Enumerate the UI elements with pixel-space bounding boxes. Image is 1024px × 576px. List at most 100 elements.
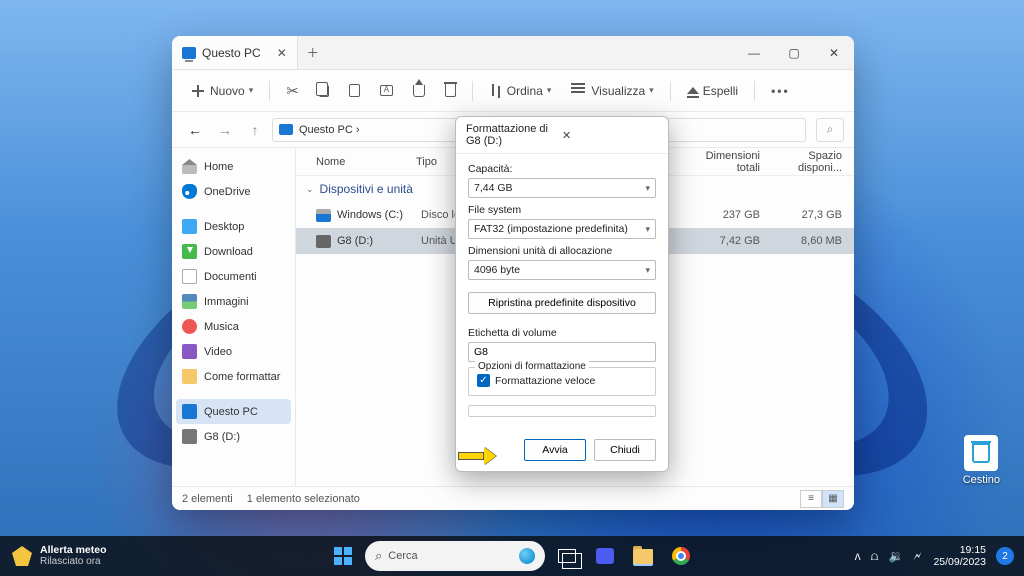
more-icon: ••• [771, 84, 790, 98]
new-tab-button[interactable]: ＋ [298, 44, 328, 61]
sidebar-item-folder[interactable]: Come formattar [176, 364, 291, 389]
share-button[interactable] [405, 81, 433, 101]
sidebar-item-desktop[interactable]: Desktop [176, 214, 291, 239]
delete-button[interactable] [437, 80, 464, 101]
volume-label-label: Etichetta di volume [468, 327, 656, 339]
rename-icon [380, 85, 393, 96]
sidebar-item-home[interactable]: Home [176, 154, 291, 179]
taskbar: Allerta meteo Rilasciato ora ⌕ Cerca ʌ ⩍… [0, 536, 1024, 576]
restore-defaults-button[interactable]: Ripristina predefinite dispositivo [468, 292, 656, 314]
search-icon: ⌕ [375, 548, 382, 564]
capacity-select[interactable]: 7,44 GB▾ [468, 178, 656, 198]
weather-widget[interactable]: Allerta meteo Rilasciato ora [0, 544, 119, 568]
close-button[interactable]: ✕ [814, 36, 854, 70]
folder-icon [182, 369, 197, 384]
usb-icon [182, 429, 197, 444]
search-button[interactable]: ⌕ [816, 118, 844, 142]
volume-icon[interactable]: 🔉 [886, 547, 905, 565]
explorer-icon [633, 549, 653, 564]
eject-button[interactable]: Espelli [679, 80, 746, 102]
recycle-bin[interactable]: Cestino [963, 435, 1000, 486]
dialog-close-button[interactable]: ✕ [562, 129, 658, 142]
plus-icon [190, 83, 206, 99]
status-count: 2 elementi [182, 493, 233, 505]
cut-icon: ✂ [286, 82, 299, 100]
sidebar-item-musica[interactable]: Musica [176, 314, 291, 339]
system-tray: ʌ ⩍ 🔉 🗲 19:15 25/09/2023 2 [843, 544, 1024, 568]
format-options-group: Opzioni di formattazione ✓ Formattazione… [468, 367, 656, 396]
view-icon [571, 83, 587, 99]
bing-icon [519, 548, 535, 564]
task-view-icon [558, 549, 576, 563]
copy-icon [319, 85, 329, 97]
col-disp[interactable]: Spazio disponi... [768, 150, 854, 174]
sidebar-item-download[interactable]: Download [176, 239, 291, 264]
capacity-label: Capacità: [468, 163, 656, 175]
chrome-icon [672, 547, 690, 565]
sidebar-item-g8[interactable]: G8 (D:) [176, 424, 291, 449]
copy-button[interactable] [311, 81, 337, 101]
pc-icon [182, 404, 197, 419]
sort-button[interactable]: Ordina ▾ [481, 80, 560, 102]
paste-button[interactable] [341, 80, 368, 101]
eject-icon [687, 87, 699, 94]
annotation-arrow [458, 448, 496, 464]
filesystem-select[interactable]: FAT32 (impostazione predefinita)▾ [468, 219, 656, 239]
documents-icon [182, 269, 197, 284]
col-dim[interactable]: Dimensioni totali [682, 150, 768, 174]
more-button[interactable]: ••• [763, 80, 798, 102]
start-button[interactable] [327, 540, 359, 572]
windows-logo-icon [334, 547, 352, 565]
cut-button[interactable]: ✂ [278, 78, 307, 104]
chiudi-button[interactable]: Chiudi [594, 439, 656, 461]
dialog-title: Formattazione di G8 (D:) [466, 123, 562, 147]
minimize-button[interactable]: — [734, 36, 774, 70]
sidebar-item-immagini[interactable]: Immagini [176, 289, 291, 314]
tab-questo-pc[interactable]: Questo PC ✕ [172, 36, 298, 69]
rename-button[interactable] [372, 81, 401, 100]
view-list-button[interactable]: ≡ [800, 490, 822, 508]
chat-button[interactable] [589, 540, 621, 572]
chrome-button[interactable] [665, 540, 697, 572]
volume-label-input[interactable] [468, 342, 656, 362]
col-nome[interactable]: Nome [296, 156, 416, 168]
status-bar: 2 elementi 1 elemento selezionato ≡ ▦ [172, 486, 854, 510]
taskbar-search[interactable]: ⌕ Cerca [365, 541, 545, 571]
allocation-select[interactable]: 4096 byte▾ [468, 260, 656, 280]
explorer-taskbar-button[interactable] [627, 540, 659, 572]
images-icon [182, 294, 197, 309]
nav-forward-button[interactable]: → [212, 122, 238, 138]
battery-icon[interactable]: 🗲 [911, 547, 923, 566]
sidebar-item-video[interactable]: Video [176, 339, 291, 364]
allocation-label: Dimensioni unità di allocazione [468, 245, 656, 257]
tab-title: Questo PC [202, 46, 261, 60]
usb-icon [316, 235, 331, 248]
sort-icon [489, 84, 503, 98]
task-view-button[interactable] [551, 540, 583, 572]
view-button[interactable]: Visualizza ▾ [563, 79, 661, 103]
maximize-button[interactable]: ▢ [774, 36, 814, 70]
view-grid-button[interactable]: ▦ [822, 490, 844, 508]
nav-back-button[interactable]: ← [182, 122, 208, 138]
sidebar-item-onedrive[interactable]: OneDrive [176, 179, 291, 204]
sidebar-item-questopc[interactable]: Questo PC [176, 399, 291, 424]
toolbar: Nuovo ▾ ✂ Ordina ▾ Visualizza ▾ Espelli … [172, 70, 854, 112]
desktop-icon [182, 219, 197, 234]
dialog-title-bar: Formattazione di G8 (D:) ✕ [456, 117, 668, 154]
avvia-button[interactable]: Avvia [524, 439, 586, 461]
sidebar-item-documenti[interactable]: Documenti [176, 264, 291, 289]
pc-icon [279, 124, 293, 135]
tray-chevron-icon[interactable]: ʌ [853, 547, 863, 565]
new-button[interactable]: Nuovo ▾ [182, 79, 261, 103]
share-icon [413, 85, 425, 97]
clock[interactable]: 19:15 25/09/2023 [929, 544, 990, 568]
nav-up-button[interactable]: ↑ [242, 122, 268, 138]
weather-alert-icon [12, 546, 32, 566]
status-selection: 1 elemento selezionato [247, 493, 360, 505]
notification-badge[interactable]: 2 [996, 547, 1014, 565]
home-icon [182, 159, 197, 174]
wifi-icon[interactable]: ⩍ [869, 547, 881, 566]
quick-format-checkbox[interactable]: ✓ Formattazione veloce [477, 374, 647, 387]
tab-close-icon[interactable]: ✕ [277, 46, 287, 60]
chevron-down-icon: ▾ [249, 85, 254, 96]
